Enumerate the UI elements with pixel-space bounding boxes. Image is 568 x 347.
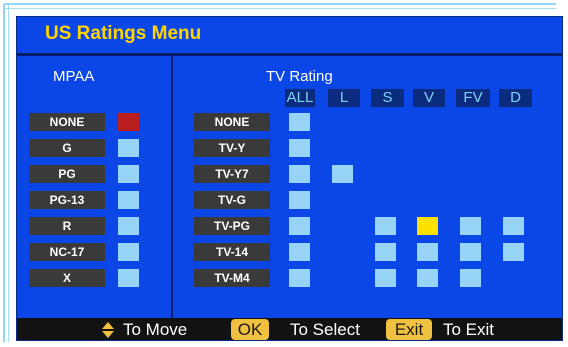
mpaa-rating-toggle[interactable] — [118, 243, 139, 261]
mpaa-rating-label: R — [29, 217, 105, 235]
tv-rating-toggle[interactable] — [417, 269, 438, 287]
tv-frame: US Ratings Menu MPAA TV Rating NONE G PG PG… — [0, 0, 568, 347]
tv-column-header: S — [371, 89, 404, 107]
ok-key-button[interactable]: OK — [231, 319, 269, 340]
tv-column-header: L — [328, 89, 360, 107]
tv-rating-toggle[interactable] — [289, 113, 310, 131]
frame-stripe — [4, 3, 556, 5]
tv-rating-toggle[interactable] — [503, 243, 524, 261]
mpaa-rating-label: PG-13 — [29, 191, 105, 209]
up-down-arrows-icon — [101, 321, 115, 339]
tv-rating-toggle[interactable] — [460, 243, 481, 261]
tv-rating-label: NONE — [194, 113, 270, 131]
frame-stripe — [3, 4, 5, 342]
mpaa-rating-toggle[interactable] — [118, 217, 139, 235]
exit-key-button[interactable]: Exit — [386, 319, 432, 340]
tv-rating-toggle[interactable] — [375, 269, 396, 287]
mpaa-rating-label: NONE — [29, 113, 105, 131]
tv-rating-toggle[interactable] — [289, 217, 310, 235]
tv-column-header: D — [499, 89, 532, 107]
tv-rating-toggle[interactable] — [460, 217, 481, 235]
tv-rating-toggle[interactable] — [289, 139, 310, 157]
footer-bar: To Move OK To Select Exit To Exit — [17, 318, 562, 340]
frame-stripe — [4, 8, 556, 9]
mpaa-rating-toggle[interactable] — [118, 191, 139, 209]
tv-rating-label: TV-G — [194, 191, 270, 209]
frame-stripe — [8, 4, 9, 342]
move-hint: To Move — [123, 320, 188, 339]
tv-column-header: FV — [456, 89, 490, 107]
ratings-menu-screen: US Ratings Menu MPAA TV Rating NONE G PG PG… — [16, 16, 563, 341]
tv-rating-label: TV-PG — [194, 217, 270, 235]
mpaa-rating-toggle[interactable] — [118, 269, 139, 287]
tv-rating-heading: TV Rating — [266, 68, 333, 85]
column-divider — [171, 56, 173, 318]
mpaa-rating-toggle[interactable] — [118, 165, 139, 183]
tv-rating-toggle[interactable] — [375, 217, 396, 235]
tv-rating-toggle[interactable] — [503, 217, 524, 235]
mpaa-rating-toggle[interactable] — [118, 113, 139, 131]
tv-rating-toggle[interactable] — [417, 217, 438, 235]
tv-rating-label: TV-Y7 — [194, 165, 270, 183]
title-divider — [17, 53, 562, 56]
tv-rating-label: TV-14 — [194, 243, 270, 261]
select-hint: To Select — [290, 320, 360, 339]
tv-rating-toggle[interactable] — [289, 269, 310, 287]
mpaa-rating-label: NC-17 — [29, 243, 105, 261]
tv-column-header: V — [413, 89, 445, 107]
tv-column-header: ALL — [285, 89, 315, 107]
mpaa-rating-label: PG — [29, 165, 105, 183]
tv-rating-toggle[interactable] — [417, 243, 438, 261]
mpaa-heading: MPAA — [53, 68, 95, 85]
tv-rating-toggle[interactable] — [375, 243, 396, 261]
exit-hint: To Exit — [443, 320, 495, 339]
tv-rating-label: TV-Y — [194, 139, 270, 157]
tv-rating-toggle[interactable] — [332, 165, 353, 183]
mpaa-rating-label: X — [29, 269, 105, 287]
tv-rating-toggle[interactable] — [289, 165, 310, 183]
tv-rating-toggle[interactable] — [460, 269, 481, 287]
tv-rating-toggle[interactable] — [289, 191, 310, 209]
menu-title: US Ratings Menu — [45, 23, 202, 44]
mpaa-rating-toggle[interactable] — [118, 139, 139, 157]
tv-rating-label: TV-M4 — [194, 269, 270, 287]
tv-rating-toggle[interactable] — [289, 243, 310, 261]
mpaa-rating-label: G — [29, 139, 105, 157]
